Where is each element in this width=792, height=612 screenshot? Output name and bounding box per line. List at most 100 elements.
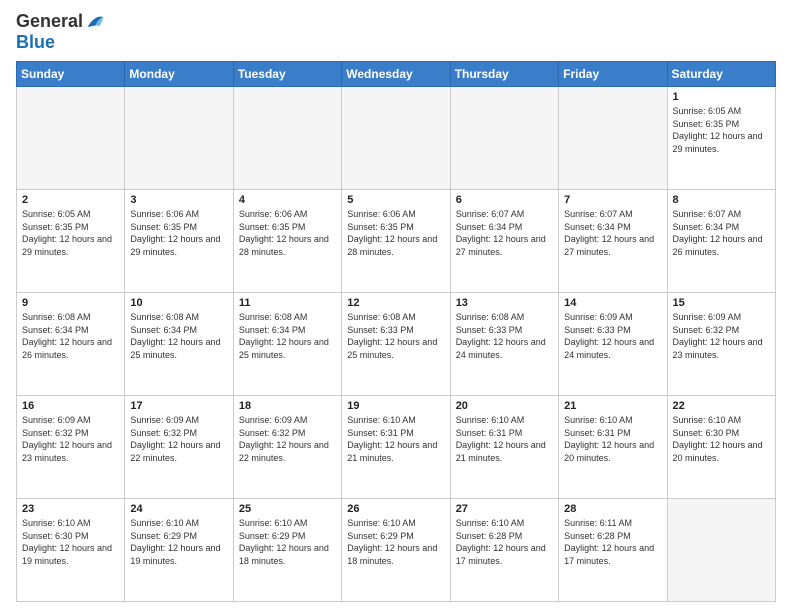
day-number: 10 xyxy=(130,297,227,309)
col-friday: Friday xyxy=(559,62,667,87)
calendar-cell: 21Sunrise: 6:10 AM Sunset: 6:31 PM Dayli… xyxy=(559,396,667,499)
day-info: Sunrise: 6:07 AM Sunset: 6:34 PM Dayligh… xyxy=(564,208,661,258)
day-number: 1 xyxy=(673,91,770,103)
day-info: Sunrise: 6:10 AM Sunset: 6:29 PM Dayligh… xyxy=(239,517,336,567)
day-info: Sunrise: 6:08 AM Sunset: 6:33 PM Dayligh… xyxy=(456,311,553,361)
day-number: 11 xyxy=(239,297,336,309)
col-saturday: Saturday xyxy=(667,62,775,87)
calendar-cell: 18 Sunrise: 6:09 AM Sunset: 6:32 PM Dayli… xyxy=(233,396,341,499)
day-info: Sunrise: 6:08 AM Sunset: 6:34 PM Dayligh… xyxy=(130,311,227,361)
calendar-header-row: Sunday Monday Tuesday Wednesday Thursday… xyxy=(17,62,776,87)
day-info: Sunrise: 6:09 AM Sunset: 6:32 PM Dayligh… xyxy=(239,414,336,464)
day-number: 2 xyxy=(22,194,119,206)
calendar-cell xyxy=(667,499,775,602)
col-wednesday: Wednesday xyxy=(342,62,450,87)
day-number: 15 xyxy=(673,297,770,309)
logo-bird-icon xyxy=(85,12,105,32)
day-number: 6 xyxy=(456,194,553,206)
calendar-cell: 22 Sunrise: 6:10 AM Sunset: 6:30 PM Dayli… xyxy=(667,396,775,499)
day-number: 12 xyxy=(347,297,444,309)
calendar-cell: 27 Sunrise: 6:10 AM Sunset: 6:28 PM Dayli… xyxy=(450,499,558,602)
day-info: Sunrise: 6:08 AM Sunset: 6:34 PM Dayligh… xyxy=(239,311,336,361)
day-info: Sunrise: 6:09 AM Sunset: 6:32 PM Dayligh… xyxy=(130,414,227,464)
calendar-cell: 13 Sunrise: 6:08 AM Sunset: 6:33 PM Dayli… xyxy=(450,293,558,396)
day-number: 23 xyxy=(22,503,119,515)
day-info: Sunrise: 6:10 AM Sunset: 6:29 PM Dayligh… xyxy=(347,517,444,567)
calendar-cell: 20 Sunrise: 6:10 AM Sunset: 6:31 PM Dayli… xyxy=(450,396,558,499)
calendar-cell xyxy=(17,87,125,190)
logo-area: General Blue xyxy=(16,12,107,53)
calendar-cell: 24 Sunrise: 6:10 AM Sunset: 6:29 PM Dayli… xyxy=(125,499,233,602)
day-number: 8 xyxy=(673,194,770,206)
day-number: 21 xyxy=(564,400,661,412)
day-info: Sunrise: 6:05 AM Sunset: 6:35 PM Dayligh… xyxy=(22,208,119,258)
day-number: 13 xyxy=(456,297,553,309)
day-number: 5 xyxy=(347,194,444,206)
calendar-cell: 3Sunrise: 6:06 AM Sunset: 6:35 PM Daylig… xyxy=(125,190,233,293)
calendar-cell: 26 Sunrise: 6:10 AM Sunset: 6:29 PM Dayli… xyxy=(342,499,450,602)
day-number: 24 xyxy=(130,503,227,515)
calendar-week-row: 1 Sunrise: 6:05 AM Sunset: 6:35 PM Daylig… xyxy=(17,87,776,190)
calendar-cell: 28 Sunrise: 6:11 AM Sunset: 6:28 PM Dayli… xyxy=(559,499,667,602)
calendar-cell: 7Sunrise: 6:07 AM Sunset: 6:34 PM Daylig… xyxy=(559,190,667,293)
day-number: 27 xyxy=(456,503,553,515)
day-info: Sunrise: 6:11 AM Sunset: 6:28 PM Dayligh… xyxy=(564,517,661,567)
day-number: 26 xyxy=(347,503,444,515)
calendar-cell: 10 Sunrise: 6:08 AM Sunset: 6:34 PM Dayli… xyxy=(125,293,233,396)
day-info: Sunrise: 6:07 AM Sunset: 6:34 PM Dayligh… xyxy=(673,208,770,258)
day-number: 25 xyxy=(239,503,336,515)
calendar-week-row: 2 Sunrise: 6:05 AM Sunset: 6:35 PM Daylig… xyxy=(17,190,776,293)
day-info: Sunrise: 6:10 AM Sunset: 6:31 PM Dayligh… xyxy=(347,414,444,464)
header: General Blue xyxy=(16,12,776,53)
day-number: 28 xyxy=(564,503,661,515)
col-thursday: Thursday xyxy=(450,62,558,87)
day-number: 4 xyxy=(239,194,336,206)
day-info: Sunrise: 6:10 AM Sunset: 6:30 PM Dayligh… xyxy=(22,517,119,567)
calendar-cell: 8 Sunrise: 6:07 AM Sunset: 6:34 PM Daylig… xyxy=(667,190,775,293)
day-info: Sunrise: 6:09 AM Sunset: 6:32 PM Dayligh… xyxy=(673,311,770,361)
calendar-cell: 4Sunrise: 6:06 AM Sunset: 6:35 PM Daylig… xyxy=(233,190,341,293)
calendar-cell: 25 Sunrise: 6:10 AM Sunset: 6:29 PM Dayli… xyxy=(233,499,341,602)
day-info: Sunrise: 6:10 AM Sunset: 6:29 PM Dayligh… xyxy=(130,517,227,567)
calendar-cell: 2 Sunrise: 6:05 AM Sunset: 6:35 PM Daylig… xyxy=(17,190,125,293)
calendar-cell: 15 Sunrise: 6:09 AM Sunset: 6:32 PM Dayli… xyxy=(667,293,775,396)
day-number: 3 xyxy=(130,194,227,206)
col-tuesday: Tuesday xyxy=(233,62,341,87)
day-number: 22 xyxy=(673,400,770,412)
day-number: 14 xyxy=(564,297,661,309)
day-info: Sunrise: 6:10 AM Sunset: 6:31 PM Dayligh… xyxy=(456,414,553,464)
day-info: Sunrise: 6:08 AM Sunset: 6:34 PM Dayligh… xyxy=(22,311,119,361)
calendar-cell: 19 Sunrise: 6:10 AM Sunset: 6:31 PM Dayli… xyxy=(342,396,450,499)
day-info: Sunrise: 6:06 AM Sunset: 6:35 PM Dayligh… xyxy=(347,208,444,258)
calendar-cell xyxy=(125,87,233,190)
col-sunday: Sunday xyxy=(17,62,125,87)
day-number: 18 xyxy=(239,400,336,412)
day-info: Sunrise: 6:10 AM Sunset: 6:30 PM Dayligh… xyxy=(673,414,770,464)
day-info: Sunrise: 6:05 AM Sunset: 6:35 PM Dayligh… xyxy=(673,105,770,155)
calendar-cell: 12Sunrise: 6:08 AM Sunset: 6:33 PM Dayli… xyxy=(342,293,450,396)
calendar-cell: 5 Sunrise: 6:06 AM Sunset: 6:35 PM Daylig… xyxy=(342,190,450,293)
calendar-cell: 17 Sunrise: 6:09 AM Sunset: 6:32 PM Dayli… xyxy=(125,396,233,499)
day-info: Sunrise: 6:09 AM Sunset: 6:33 PM Dayligh… xyxy=(564,311,661,361)
calendar-cell: 14 Sunrise: 6:09 AM Sunset: 6:33 PM Dayli… xyxy=(559,293,667,396)
logo-blue-text: Blue xyxy=(16,32,55,52)
calendar-cell xyxy=(450,87,558,190)
page: General Blue Sunday Monday Tuesday Wedne… xyxy=(0,0,792,612)
day-number: 17 xyxy=(130,400,227,412)
calendar-cell: 1 Sunrise: 6:05 AM Sunset: 6:35 PM Daylig… xyxy=(667,87,775,190)
day-number: 19 xyxy=(347,400,444,412)
calendar-cell: 23 Sunrise: 6:10 AM Sunset: 6:30 PM Dayli… xyxy=(17,499,125,602)
calendar-cell xyxy=(559,87,667,190)
day-info: Sunrise: 6:09 AM Sunset: 6:32 PM Dayligh… xyxy=(22,414,119,464)
logo-general-text: General xyxy=(16,12,83,32)
calendar-cell: 11 Sunrise: 6:08 AM Sunset: 6:34 PM Dayli… xyxy=(233,293,341,396)
calendar-week-row: 16 Sunrise: 6:09 AM Sunset: 6:32 PM Dayli… xyxy=(17,396,776,499)
day-number: 16 xyxy=(22,400,119,412)
day-number: 9 xyxy=(22,297,119,309)
calendar-cell xyxy=(233,87,341,190)
day-info: Sunrise: 6:10 AM Sunset: 6:28 PM Dayligh… xyxy=(456,517,553,567)
calendar-cell: 16 Sunrise: 6:09 AM Sunset: 6:32 PM Dayli… xyxy=(17,396,125,499)
col-monday: Monday xyxy=(125,62,233,87)
calendar-table: Sunday Monday Tuesday Wednesday Thursday… xyxy=(16,61,776,602)
day-number: 20 xyxy=(456,400,553,412)
